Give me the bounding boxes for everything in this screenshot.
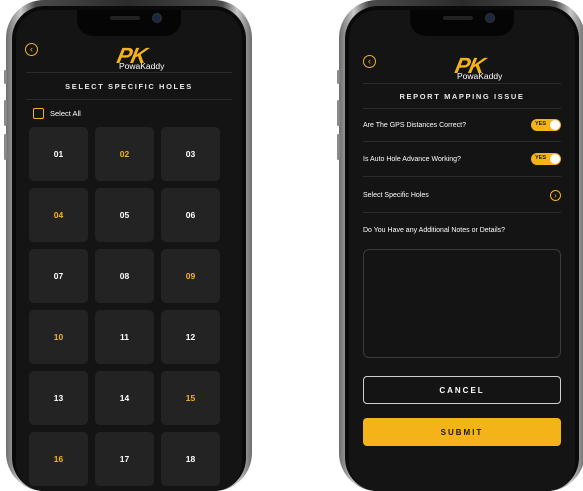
- select-specific-holes-row[interactable]: Select Specific Holes ›: [363, 185, 561, 205]
- gps-distances-label: Are The GPS Distances Correct?: [363, 121, 466, 129]
- gps-distances-row: Are The GPS Distances Correct? YES: [363, 115, 561, 135]
- toggle-state: YES: [535, 121, 547, 127]
- hole-tile[interactable]: 15: [161, 371, 220, 425]
- hole-tile[interactable]: 17: [95, 432, 154, 486]
- notes-label: Do You Have any Additional Notes or Deta…: [363, 226, 506, 234]
- back-arrow-circle-icon[interactable]: ‹: [363, 55, 376, 68]
- volume-down-button: [4, 134, 7, 160]
- auto-hole-advance-row: Is Auto Hole Advance Working? YES: [363, 149, 561, 169]
- toggle-knob: [550, 120, 560, 130]
- title-divider: [26, 99, 232, 100]
- page-title: REPORT MAPPING ISSUE: [399, 92, 525, 101]
- phone-left: ‹ PK PowaKaddy SELECT SPECIFIC HOLES Sel…: [4, 0, 252, 491]
- hole-tile[interactable]: 07: [29, 249, 88, 303]
- hole-tile[interactable]: 01: [29, 127, 88, 181]
- gps-distances-toggle[interactable]: YES: [531, 119, 561, 131]
- powakaddy-logo: PK PowaKaddy: [99, 43, 165, 71]
- hole-tile[interactable]: 16: [29, 432, 88, 486]
- volume-up-button: [337, 100, 340, 126]
- volume-down-button: [337, 134, 340, 160]
- row-divider: [363, 212, 561, 213]
- row-divider: [363, 176, 561, 177]
- header-divider: [363, 83, 561, 84]
- mute-switch: [337, 70, 340, 84]
- hole-tile[interactable]: 18: [161, 432, 220, 486]
- checkbox-icon[interactable]: [33, 107, 44, 119]
- mute-switch: [4, 70, 7, 84]
- cancel-button[interactable]: CANCEL: [363, 376, 561, 404]
- select-all-label: Select All: [50, 108, 81, 118]
- report-mapping-screen: ‹ PK PowaKaddy REPORT MAPPING ISSUE Are …: [349, 10, 575, 491]
- hole-tile[interactable]: 12: [161, 310, 220, 364]
- hole-tile[interactable]: 09: [161, 249, 220, 303]
- title-divider: [363, 108, 561, 109]
- hole-tile[interactable]: 06: [161, 188, 220, 242]
- select-holes-screen: ‹ PK PowaKaddy SELECT SPECIFIC HOLES Sel…: [16, 10, 242, 491]
- hole-tile[interactable]: 13: [29, 371, 88, 425]
- hole-tile[interactable]: 04: [29, 188, 88, 242]
- volume-up-button: [4, 100, 7, 126]
- notes-textarea[interactable]: [363, 249, 561, 358]
- toggle-state: YES: [535, 155, 547, 161]
- phone-notch: [410, 10, 514, 36]
- hole-tile[interactable]: 02: [95, 127, 154, 181]
- select-all-checkbox[interactable]: Select All: [33, 107, 81, 119]
- logo-mark: PK: [114, 43, 149, 68]
- phone-right: ‹ PK PowaKaddy REPORT MAPPING ISSUE Are …: [337, 0, 583, 491]
- page-title: SELECT SPECIFIC HOLES: [65, 82, 193, 91]
- back-arrow-circle-icon[interactable]: ‹: [25, 43, 38, 56]
- auto-hole-advance-toggle[interactable]: YES: [531, 153, 561, 165]
- auto-hole-advance-label: Is Auto Hole Advance Working?: [363, 155, 461, 163]
- hole-tile[interactable]: 05: [95, 188, 154, 242]
- hole-tile[interactable]: 03: [161, 127, 220, 181]
- submit-button[interactable]: SUBMIT: [363, 418, 561, 446]
- toggle-knob: [550, 154, 560, 164]
- hole-tile[interactable]: 10: [29, 310, 88, 364]
- select-specific-holes-label: Select Specific Holes: [363, 191, 429, 199]
- phone-notch: [77, 10, 181, 36]
- row-divider: [363, 141, 561, 142]
- logo-mark: PK: [452, 53, 487, 78]
- header-divider: [26, 72, 232, 73]
- hole-tile[interactable]: 08: [95, 249, 154, 303]
- notes-row: Do You Have any Additional Notes or Deta…: [363, 220, 561, 240]
- hole-tile[interactable]: 14: [95, 371, 154, 425]
- forward-arrow-circle-icon[interactable]: ›: [550, 189, 561, 201]
- powakaddy-logo: PK PowaKaddy: [437, 53, 503, 81]
- hole-tile[interactable]: 11: [95, 310, 154, 364]
